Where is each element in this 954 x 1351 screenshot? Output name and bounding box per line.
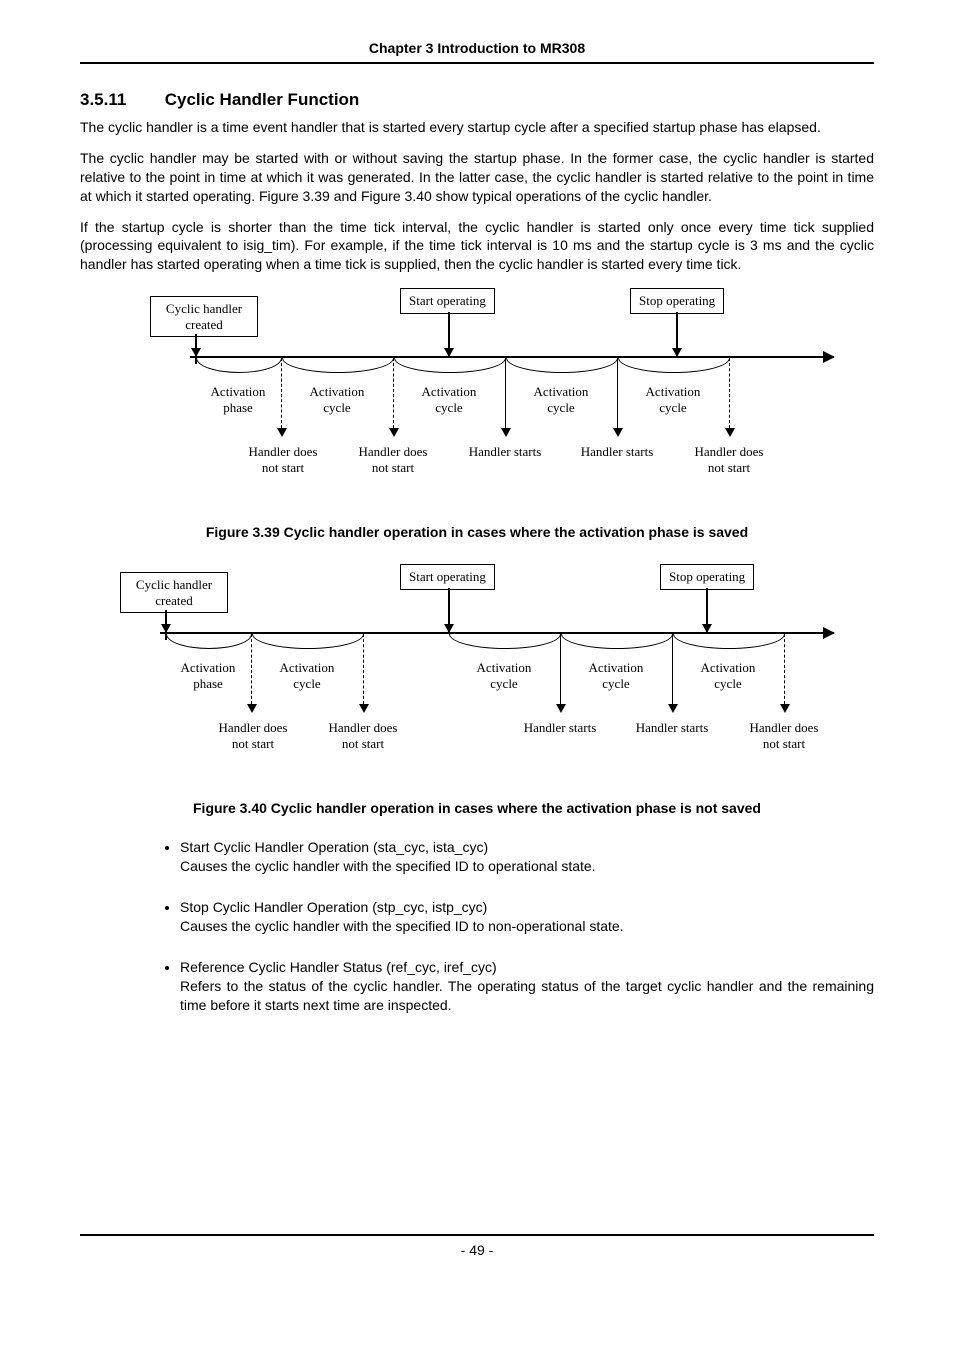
bullet-2: Stop Cyclic Handler Operation (stp_cyc, … (180, 898, 874, 936)
curve-cycle-3 (506, 358, 618, 373)
paragraph-2: The cyclic handler may be started with o… (80, 149, 874, 206)
d2-solid-3 (560, 634, 561, 704)
curve2-cycle-1 (252, 634, 364, 649)
bullet-1: Start Cyclic Handler Operation (sta_cyc,… (180, 838, 874, 876)
d2-solid-4 (672, 634, 673, 704)
label2-phase: Activationphase (165, 660, 251, 691)
d2-dash-1 (251, 634, 252, 704)
curve2-cycle-4 (673, 634, 785, 649)
curve-cycle-1 (282, 358, 394, 373)
d2-outcome-1: Handler doesnot start (210, 720, 296, 751)
d2-outcome-3: Handler starts (515, 720, 605, 736)
d2-solid-4-head (668, 704, 678, 713)
d2-solid-3-head (556, 704, 566, 713)
dash-2 (393, 358, 394, 428)
curve2-phase (166, 634, 252, 649)
created-box-2: Cyclic handlercreated (120, 572, 228, 613)
paragraph-1: The cyclic handler is a time event handl… (80, 118, 874, 137)
d2-dash-5 (784, 634, 785, 704)
page-footer: - 49 - (80, 1234, 874, 1258)
bullet-1-title: Start Cyclic Handler Operation (sta_cyc,… (180, 839, 488, 855)
outcome-5: Handler doesnot start (686, 444, 772, 475)
start-operating-box-2: Start operating (400, 564, 495, 590)
diagram-1: Cyclic handlercreated Start operating St… (120, 286, 834, 516)
bullet-2-title: Stop Cyclic Handler Operation (stp_cyc, … (180, 899, 487, 915)
label2-cycle-3: Activationcycle (561, 660, 671, 691)
stop-arrow-2 (706, 588, 708, 632)
curve-cycle-4 (618, 358, 730, 373)
solid-3 (505, 358, 506, 428)
dash-5-head (725, 428, 735, 437)
start-operating-box: Start operating (400, 288, 495, 314)
start-arrow-2 (448, 588, 450, 632)
dash-1-head (277, 428, 287, 437)
outcome-1: Handler doesnot start (240, 444, 326, 475)
label-cycle-3: Activationcycle (506, 384, 616, 415)
outcome-4: Handler starts (572, 444, 662, 460)
section-title: Cyclic Handler Function (165, 90, 360, 109)
figure-3-40: Cyclic handlercreated Start operating St… (120, 562, 834, 792)
figure-3-40-caption: Figure 3.40 Cyclic handler operation in … (80, 800, 874, 816)
created-box: Cyclic handlercreated (150, 296, 258, 337)
d2-outcome-4: Handler starts (627, 720, 717, 736)
label-cycle-4: Activationcycle (618, 384, 728, 415)
label-phase: Activationphase (195, 384, 281, 415)
label2-cycle-1: Activationcycle (252, 660, 362, 691)
dash-5 (729, 358, 730, 428)
d2-outcome-2: Handler doesnot start (320, 720, 406, 751)
section-heading: 3.5.11 Cyclic Handler Function (80, 90, 874, 110)
outcome-3: Handler starts (460, 444, 550, 460)
stop-operating-box-2: Stop operating (660, 564, 754, 590)
stop-operating-box: Stop operating (630, 288, 724, 314)
chapter-header: Chapter 3 Introduction to MR308 (80, 40, 874, 64)
label-cycle-1: Activationcycle (282, 384, 392, 415)
curve-cycle-2 (394, 358, 506, 373)
dash-2-head (389, 428, 399, 437)
outcome-2: Handler doesnot start (350, 444, 436, 475)
stop-arrow (676, 312, 678, 356)
label2-cycle-4: Activationcycle (673, 660, 783, 691)
dash-1 (281, 358, 282, 428)
figure-3-39: Cyclic handlercreated Start operating St… (120, 286, 834, 516)
bullet-3-title: Reference Cyclic Handler Status (ref_cyc… (180, 959, 497, 975)
d2-dash-5-head (780, 704, 790, 713)
d2-dash-1-head (247, 704, 257, 713)
curve2-cycle-3 (561, 634, 673, 649)
d2-outcome-5: Handler doesnot start (741, 720, 827, 751)
label-cycle-2: Activationcycle (394, 384, 504, 415)
start-arrow (448, 312, 450, 356)
bullet-list: Start Cyclic Handler Operation (sta_cyc,… (180, 838, 874, 1014)
d2-dash-2 (363, 634, 364, 704)
paragraph-3: If the startup cycle is shorter than the… (80, 218, 874, 275)
solid-4-head (613, 428, 623, 437)
d2-dash-2-head (359, 704, 369, 713)
section-number: 3.5.11 (80, 90, 160, 110)
bullet-3-desc: Refers to the status of the cyclic handl… (180, 977, 874, 1015)
figure-3-39-caption: Figure 3.39 Cyclic handler operation in … (80, 524, 874, 540)
solid-4 (617, 358, 618, 428)
bullet-1-desc: Causes the cyclic handler with the speci… (180, 857, 874, 876)
bullet-3: Reference Cyclic Handler Status (ref_cyc… (180, 958, 874, 1015)
diagram-2: Cyclic handlercreated Start operating St… (120, 562, 834, 792)
curve-phase (196, 358, 282, 373)
solid-3-head (501, 428, 511, 437)
bullet-2-desc: Causes the cyclic handler with the speci… (180, 917, 874, 936)
curve2-cycle-2 (449, 634, 561, 649)
label2-cycle-2: Activationcycle (449, 660, 559, 691)
